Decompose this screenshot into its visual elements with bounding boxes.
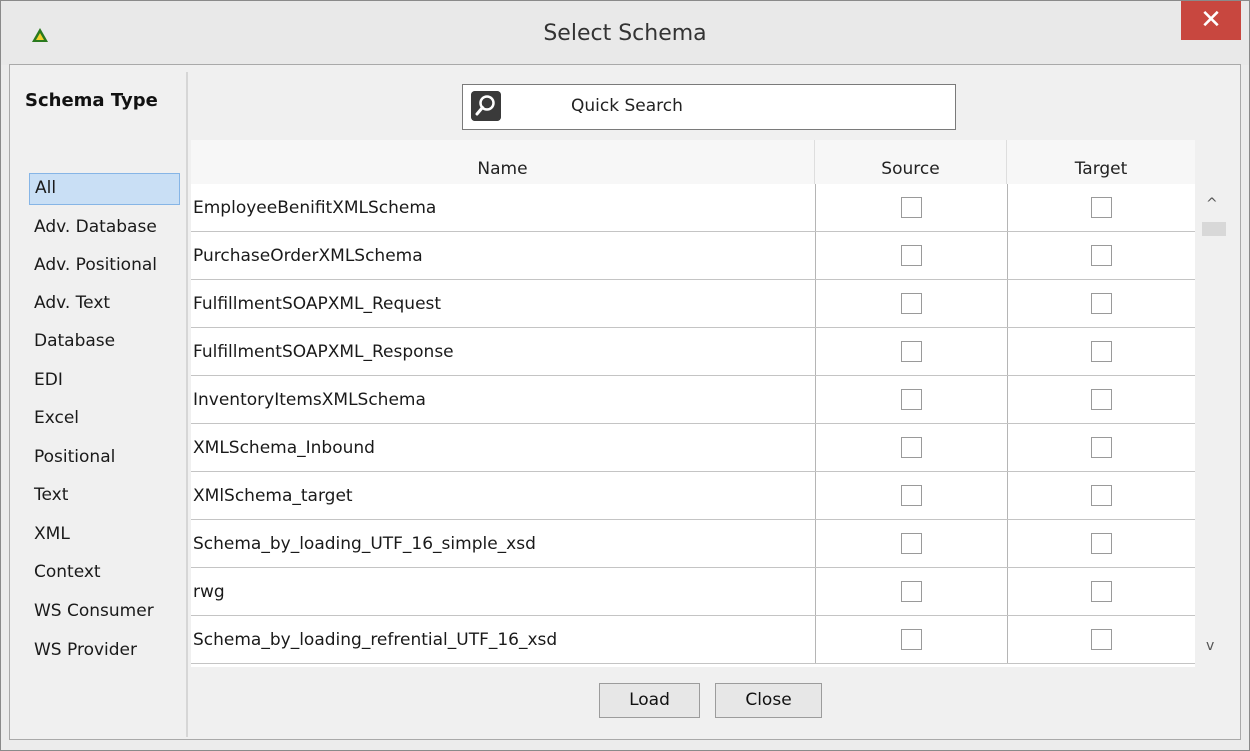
source-checkbox[interactable] [901,485,922,506]
sidebar-item-adv-database[interactable]: Adv. Database [29,213,180,245]
schema-name-cell: Schema_by_loading_refrential_UTF_16_xsd [193,630,558,650]
table-row[interactable]: XMLSchema_Inbound [191,424,1195,472]
table-scrollbar[interactable]: ^ v [1198,188,1228,666]
source-checkbox[interactable] [901,341,922,362]
column-divider [1007,520,1008,567]
scroll-thumb[interactable] [1202,222,1226,236]
column-divider [1007,424,1008,471]
schema-name-cell: FulfillmentSOAPXML_Request [193,294,442,314]
sidebar-item-edi[interactable]: EDI [29,366,180,398]
source-checkbox[interactable] [901,389,922,410]
table-row[interactable]: FulfillmentSOAPXML_Response [191,328,1195,376]
target-checkbox[interactable] [1091,629,1112,650]
search-icon [471,91,501,121]
column-header-source[interactable]: Source [815,140,1007,184]
close-window-button[interactable]: ✕ [1181,1,1241,40]
target-checkbox[interactable] [1091,533,1112,554]
sidebar-item-database[interactable]: Database [29,327,180,359]
schema-name-cell: Schema_by_loading_UTF_16_simple_xsd [193,534,536,554]
sidebar-item-xml[interactable]: XML [29,520,180,552]
title-bar[interactable]: Select Schema [1,1,1249,65]
sidebar-item-positional[interactable]: Positional [29,443,180,475]
column-divider [1007,280,1008,327]
table-row[interactable]: FulfillmentSOAPXML_Request [191,280,1195,328]
column-divider [815,328,816,375]
column-divider [815,616,816,663]
column-divider [815,472,816,519]
source-checkbox[interactable] [901,245,922,266]
target-checkbox[interactable] [1091,581,1112,602]
column-header-name[interactable]: Name [191,140,815,184]
source-checkbox[interactable] [901,293,922,314]
table-row[interactable]: rwg [191,568,1195,616]
sidebar-item-excel[interactable]: Excel [29,404,180,436]
column-divider [1007,184,1008,231]
load-button[interactable]: Load [599,683,700,718]
column-divider [815,520,816,567]
table-row[interactable]: PurchaseOrderXMLSchema [191,232,1195,280]
schema-name-cell: FulfillmentSOAPXML_Response [193,342,454,362]
source-checkbox[interactable] [901,197,922,218]
table-row[interactable]: EmployeeBenifitXMLSchema [191,184,1195,232]
scroll-down-arrow-icon[interactable]: v [1206,638,1214,654]
table-row[interactable]: Schema_by_loading_UTF_16_simple_xsd [191,520,1195,568]
sidebar-item-all[interactable]: All [29,173,180,205]
table-row[interactable]: InventoryItemsXMLSchema [191,376,1195,424]
column-divider [1007,616,1008,663]
column-divider [815,280,816,327]
column-header-target[interactable]: Target [1007,140,1195,184]
target-checkbox[interactable] [1091,389,1112,410]
schema-type-heading: Schema Type [25,90,158,111]
column-divider [1007,568,1008,615]
sidebar-item-ws-consumer[interactable]: WS Consumer [29,597,180,629]
target-checkbox[interactable] [1091,245,1112,266]
scroll-up-arrow-icon[interactable]: ^ [1206,196,1218,212]
source-checkbox[interactable] [901,629,922,650]
schema-name-cell: XMlSchema_target [193,486,353,506]
target-checkbox[interactable] [1091,197,1112,218]
sidebar-item-adv-positional[interactable]: Adv. Positional [29,251,180,283]
column-divider [815,424,816,471]
sidebar-item-text[interactable]: Text [29,481,180,513]
schema-name-cell: InventoryItemsXMLSchema [193,390,426,410]
quick-search-label: Quick Search [571,96,683,116]
sidebar-item-ws-provider[interactable]: WS Provider [29,636,180,668]
column-divider [1007,472,1008,519]
column-divider [815,568,816,615]
target-checkbox[interactable] [1091,293,1112,314]
sidebar-item-context[interactable]: Context [29,558,180,590]
table-row[interactable]: XMlSchema_target [191,472,1195,520]
column-divider [815,232,816,279]
schema-name-cell: rwg [193,582,225,602]
column-divider [1007,376,1008,423]
schema-name-cell: XMLSchema_Inbound [193,438,375,458]
column-divider [815,184,816,231]
schema-table: Name Source Target EmployeeBenifitXMLSch… [191,140,1195,667]
column-divider [1007,328,1008,375]
quick-search-box[interactable]: Quick Search [462,84,956,130]
column-divider [1007,232,1008,279]
schema-name-cell: PurchaseOrderXMLSchema [193,246,423,266]
target-checkbox[interactable] [1091,485,1112,506]
sidebar-item-adv-text[interactable]: Adv. Text [29,289,180,321]
sidebar-divider [186,72,188,737]
table-row[interactable]: Schema_by_loading_refrential_UTF_16_xsd [191,616,1195,664]
close-button[interactable]: Close [715,683,822,718]
target-checkbox[interactable] [1091,341,1112,362]
dialog-title: Select Schema [543,21,707,46]
schema-name-cell: EmployeeBenifitXMLSchema [193,198,437,218]
source-checkbox[interactable] [901,581,922,602]
column-divider [815,376,816,423]
target-checkbox[interactable] [1091,437,1112,458]
source-checkbox[interactable] [901,533,922,554]
source-checkbox[interactable] [901,437,922,458]
